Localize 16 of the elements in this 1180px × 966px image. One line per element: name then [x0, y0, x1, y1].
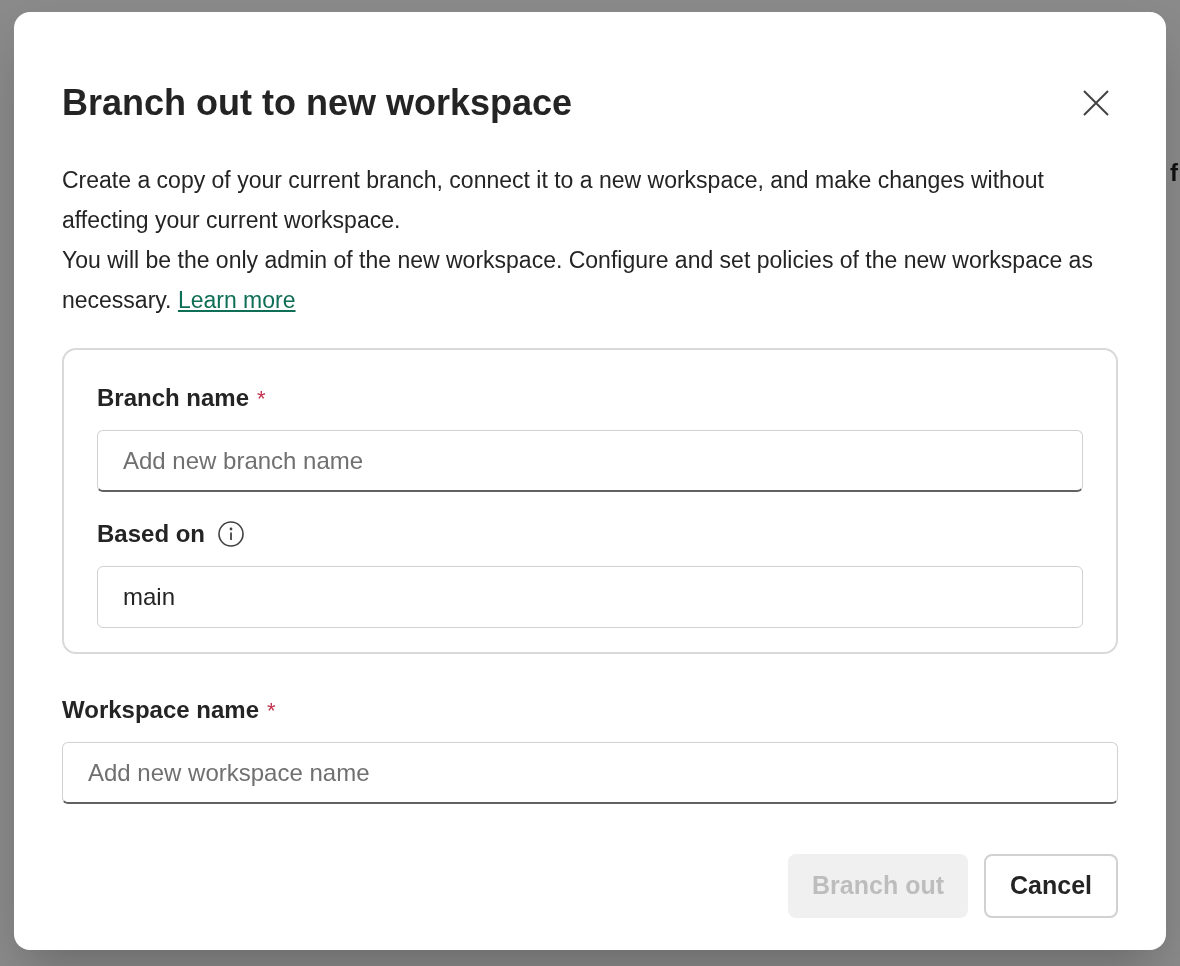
background-text: f [1170, 159, 1178, 186]
secondary-button[interactable]: Cancel [984, 854, 1118, 918]
description-text: Create a copy of your current branch, connect it to a new workspace, and make changes without affecting your current workspace. [62, 166, 1045, 235]
text-field[interactable]: Add new branch name [97, 430, 1083, 492]
learn-more-link[interactable]: Learn more [177, 287, 296, 313]
close-icon [1083, 90, 1109, 116]
required-asterisk: * [267, 696, 276, 725]
text-field[interactable]: Add new workspace name [62, 742, 1118, 804]
description-text: You will be the only admin of the new workspace. Configure and set policies of the new workspace as necessary. Learn more [62, 246, 1094, 315]
field-label: Branch name [97, 383, 250, 413]
dialog-title: Branch out to new workspace [62, 81, 573, 125]
required-asterisk: * [257, 384, 266, 413]
field-label: Based on [97, 519, 206, 549]
info-icon[interactable] [217, 520, 246, 548]
field-label: Workspace name [62, 695, 259, 725]
text-field[interactable]: main [97, 566, 1083, 628]
